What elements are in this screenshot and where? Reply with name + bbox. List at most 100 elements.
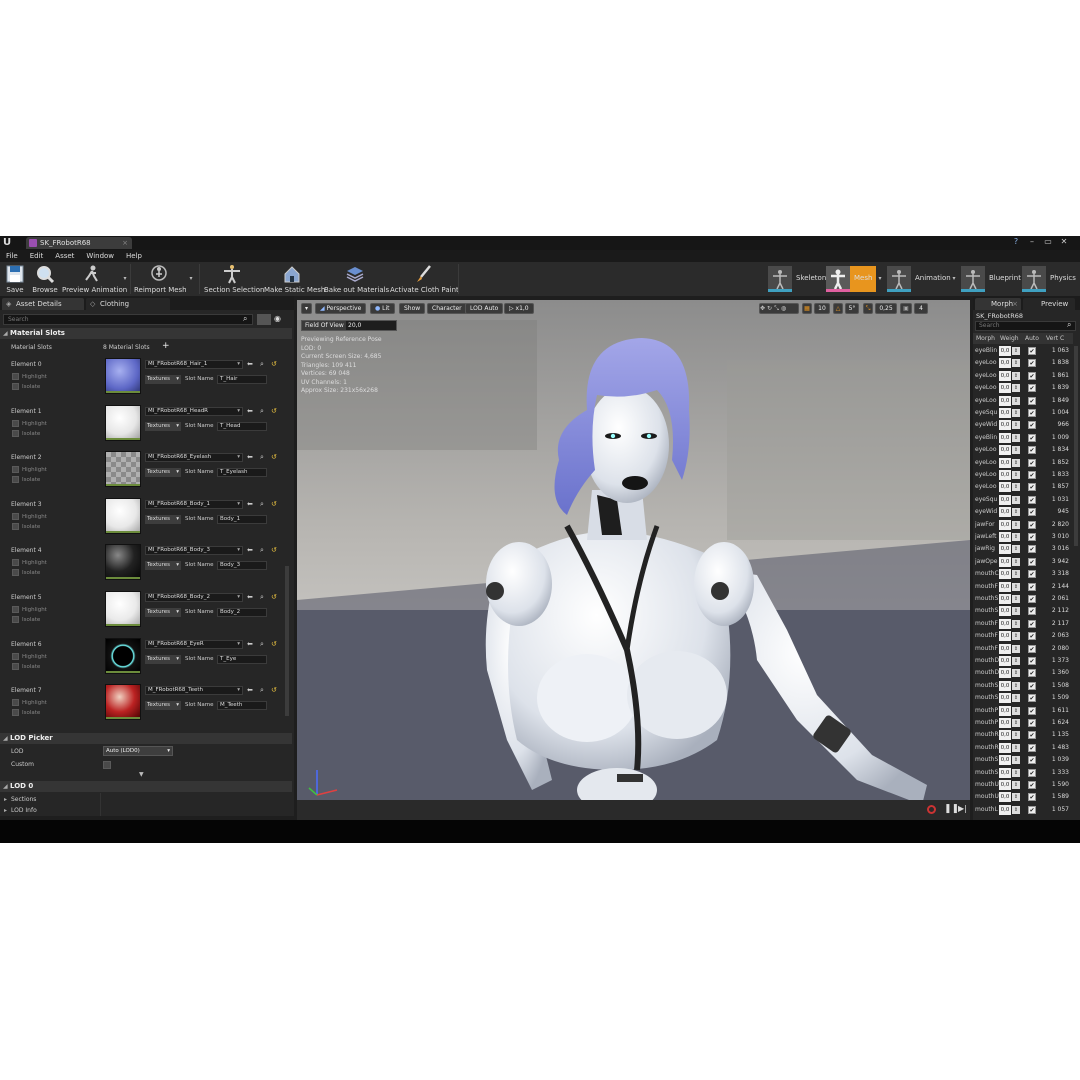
morph-row[interactable]: mouthP 0,0 ⇕ ✔ 1 624 [973,717,1073,729]
tab-asset-details[interactable]: ◈ Asset Details [2,298,84,310]
auto-checkbox[interactable]: ✔ [1028,706,1036,715]
weight-spinner-icon[interactable]: ⇕ [1012,793,1020,802]
auto-checkbox[interactable]: ✔ [1028,483,1036,492]
material-dropdown[interactable]: MI_FRobotR68_Body_3 ▾ [145,546,243,556]
playback-speed-button[interactable]: ▷ x1,0 [504,303,534,314]
morph-weight-input[interactable]: 0,0 [999,767,1011,778]
morph-weight-input[interactable]: 0,0 [999,618,1011,629]
auto-checkbox[interactable]: ✔ [1028,644,1036,653]
material-thumbnail[interactable] [105,544,141,581]
coordinate-space-icon[interactable]: ◍ [781,305,788,312]
browse-magnifier-icon[interactable]: ⌕ [260,453,267,461]
field-of-view-control[interactable]: Field Of View 20,0 [301,320,397,331]
scale-snap-value[interactable]: 0,25 [875,303,897,314]
auto-checkbox[interactable]: ✔ [1028,421,1036,430]
lod-dropdown[interactable]: Auto (LOD0) ▾ [103,746,173,756]
grid-snap-icon[interactable]: ▦ [802,303,812,314]
highlight-checkbox[interactable] [12,373,19,380]
weight-spinner-icon[interactable]: ⇕ [1012,595,1020,603]
use-selected-arrow-icon[interactable]: ⬅ [247,593,254,601]
material-thumbnail[interactable] [105,497,141,534]
asset-tab[interactable]: SK_FRobotR68 × [26,237,132,249]
mode-mesh-button[interactable]: Mesh [826,266,876,292]
morph-weight-input[interactable]: 0,0 [999,792,1011,803]
auto-checkbox[interactable]: ✔ [1028,570,1036,579]
scale-icon[interactable]: ⤡ [774,305,781,312]
auto-checkbox[interactable]: ✔ [1028,409,1036,417]
section-selection-button[interactable]: Section Selection [204,262,265,296]
auto-checkbox[interactable]: ✔ [1028,681,1036,690]
textures-dropdown[interactable]: Textures ▾ [145,514,181,524]
weight-spinner-icon[interactable]: ⇕ [1012,384,1020,393]
browse-button[interactable]: Browse [30,262,60,296]
weight-spinner-icon[interactable]: ⇕ [1012,421,1020,430]
morph-row[interactable]: mouthR 0,0 ⇕ ✔ 1 483 [973,742,1073,754]
weight-spinner-icon[interactable]: ⇕ [1012,409,1020,417]
morph-row[interactable]: jawRig 0,0 ⇕ ✔ 3 016 [973,543,1073,555]
morph-row[interactable]: mouthU 0,0 ⇕ ✔ 1 590 [973,779,1073,791]
browse-magnifier-icon[interactable]: ⌕ [260,407,267,415]
rotation-snap-icon[interactable]: △ [833,303,843,314]
morph-weight-input[interactable]: 0,0 [999,370,1011,381]
morph-row[interactable]: mouthP 0,0 ⇕ ✔ 1 611 [973,705,1073,717]
preview-animation-dropdown-icon[interactable]: ▾ [122,262,128,296]
textures-dropdown[interactable]: Textures ▾ [145,421,181,431]
morph-row[interactable]: mouthF 0,0 ⇕ ✔ 2 144 [973,581,1073,593]
maximize-button[interactable]: ▭ [1042,236,1054,250]
morph-weight-input[interactable]: 0,0 [999,730,1011,741]
weight-spinner-icon[interactable]: ⇕ [1012,756,1020,765]
material-thumbnail[interactable] [105,591,141,627]
auto-checkbox[interactable]: ✔ [1028,458,1036,467]
morph-weight-input[interactable]: 0,0 [999,643,1011,654]
morph-row[interactable]: eyeWid 0,0 ⇕ ✔ 945 [973,506,1073,518]
tab-clothing[interactable]: ◇ Clothing [86,298,170,310]
slot-name-input[interactable]: M_Teeth [217,701,267,711]
fov-input[interactable]: 20,0 [346,321,396,330]
isolate-checkbox[interactable] [12,709,19,717]
weight-spinner-icon[interactable]: ⇕ [1012,471,1020,479]
material-thumbnail[interactable] [105,637,141,674]
weight-spinner-icon[interactable]: ⇕ [1012,657,1020,665]
use-selected-arrow-icon[interactable]: ⬅ [247,360,254,368]
auto-checkbox[interactable]: ✔ [1028,607,1036,616]
highlight-checkbox[interactable] [12,419,19,427]
weight-spinner-icon[interactable]: ⇕ [1012,805,1020,814]
slot-name-input[interactable]: Body_2 [217,608,267,617]
auto-checkbox[interactable]: ✔ [1028,805,1036,814]
help-icon[interactable]: ? [1010,236,1022,250]
morph-row[interactable]: mouthD 0,0 ⇕ ✔ 1 360 [973,667,1073,679]
menu-help[interactable]: Help [120,250,148,262]
mode-skeleton-button[interactable]: Skeleton [768,266,826,292]
auto-checkbox[interactable]: ✔ [1028,756,1036,765]
weight-spinner-icon[interactable]: ⇕ [1012,681,1020,690]
expand-arrow-icon[interactable]: ▼ [139,771,144,778]
col-weight[interactable]: Weigh [1000,335,1019,342]
morph-weight-input[interactable]: 0,0 [999,507,1011,518]
morph-weight-input[interactable]: 0,0 [999,395,1011,406]
use-selected-arrow-icon[interactable]: ⬅ [247,546,254,554]
morph-row[interactable]: mouthL 0,0 ⇕ ✔ 1 057 [973,804,1073,816]
morph-weight-input[interactable]: 0,0 [999,594,1011,604]
camera-speed-value[interactable]: 4 [914,303,928,314]
weight-spinner-icon[interactable]: ⇕ [1012,781,1020,789]
browse-magnifier-icon[interactable]: ⌕ [260,686,267,694]
weight-spinner-icon[interactable]: ⇕ [1012,743,1020,752]
bake-out-materials-button[interactable]: Bake out Materials [324,262,389,296]
lod0-header[interactable]: ◢ LOD 0 [0,781,292,792]
weight-spinner-icon[interactable]: ⇕ [1012,433,1020,442]
slot-name-input[interactable]: Body_3 [217,561,267,571]
material-dropdown[interactable]: MI_FRobotR68_Eyelash ▾ [145,453,243,463]
auto-checkbox[interactable]: ✔ [1028,719,1036,727]
morph-row[interactable]: mouthR 0,0 ⇕ ✔ 1 135 [973,729,1073,741]
auto-checkbox[interactable]: ✔ [1028,446,1036,455]
preview-viewport[interactable]: ▾ ◢ Perspective ● Lit Show Character LOD… [297,300,970,820]
highlight-checkbox[interactable] [12,652,19,660]
auto-checkbox[interactable]: ✔ [1028,433,1036,442]
material-dropdown[interactable]: MI_FRobotR68_HeadR ▾ [145,406,243,416]
menu-file[interactable]: File [0,250,24,262]
weight-spinner-icon[interactable]: ⇕ [1012,731,1020,740]
scale-snap-icon[interactable]: ⤡ [863,303,873,314]
lod-auto-button[interactable]: LOD Auto [465,303,504,314]
reimport-dropdown-icon[interactable]: ▾ [188,262,194,296]
morph-weight-input[interactable]: 0,0 [999,494,1011,505]
